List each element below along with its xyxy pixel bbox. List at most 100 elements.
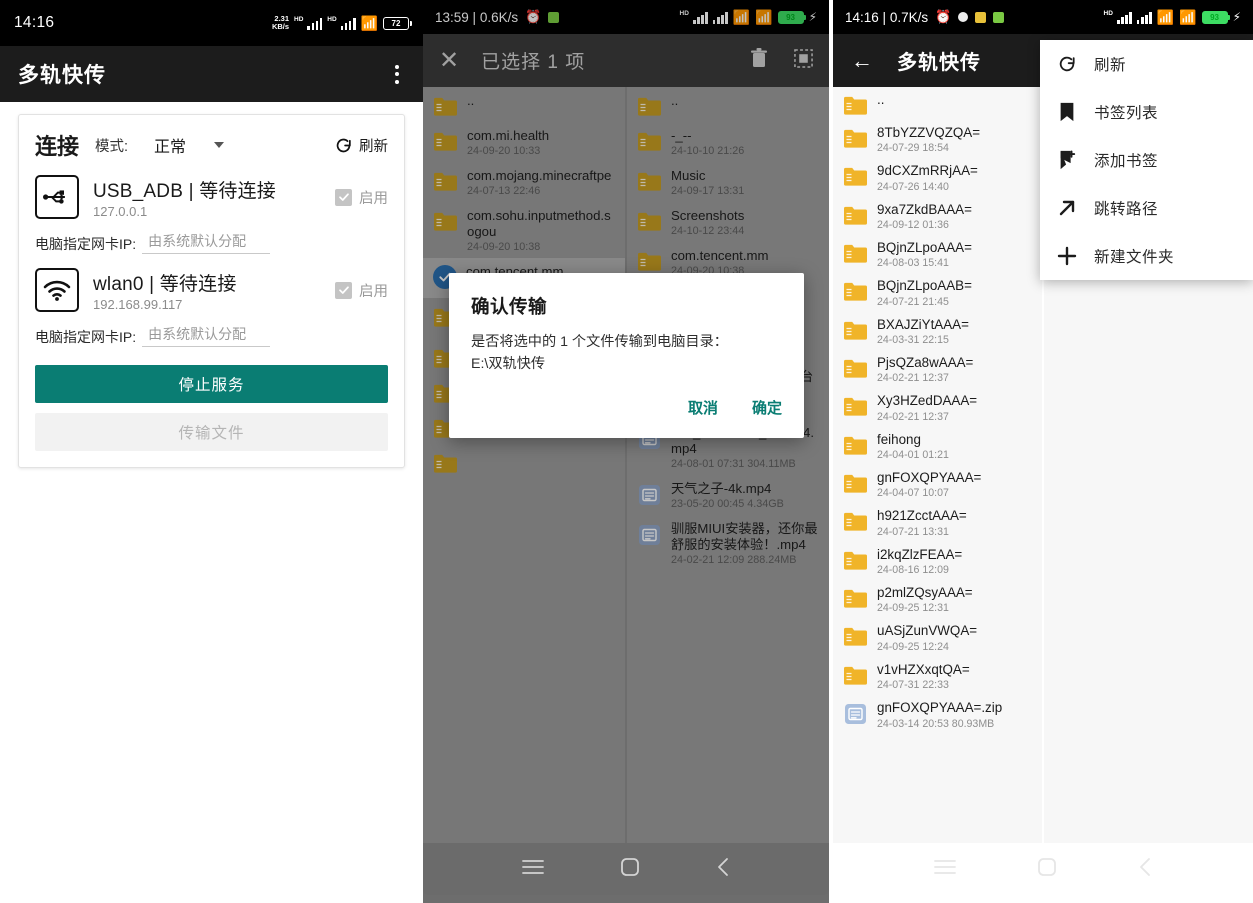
interface-row-wlan[interactable]: wlan0 | 等待连接 192.168.99.117 启用 bbox=[35, 268, 388, 312]
file-list-item[interactable]: Music 24-09-17 13:31 bbox=[627, 162, 829, 202]
file-name: h921ZcctAAA= bbox=[877, 508, 967, 524]
menu-item-jump-path[interactable]: 跳转路径 bbox=[1040, 184, 1253, 232]
file-list-item[interactable]: i2kqZlzFEAA= 24-08-16 12:09 bbox=[833, 542, 1042, 580]
file-meta: 天气之子-4k.mp4 23-05-20 00:45 4.34GB bbox=[671, 481, 821, 510]
kebab-menu-icon[interactable] bbox=[389, 59, 405, 90]
file-list-item[interactable]: v1vHZXxqtQA= 24-07-31 22:33 bbox=[833, 657, 1042, 695]
close-icon[interactable]: ✕ bbox=[439, 48, 459, 73]
dialog-message: 是否将选中的 1 个文件传输到电脑目录： E:\双轨快传 bbox=[471, 331, 782, 375]
file-list-item[interactable]: .. bbox=[423, 87, 625, 122]
file-list-item[interactable]: Screenshots 24-10-12 23:44 bbox=[627, 202, 829, 242]
file-name: com.sohu.inputmethod.sogou bbox=[467, 208, 611, 240]
file-date: 24-04-01 01:21 bbox=[877, 449, 949, 462]
file-list-item[interactable]: BQjnZLpoAAB= 24-07-21 21:45 bbox=[833, 273, 1042, 311]
file-pane-left-3[interactable]: .. 8TbYZZVQZQA= 24-07-29 18:54 9dCXZmRRjAA=… bbox=[833, 87, 1042, 843]
confirm-button[interactable]: 确定 bbox=[752, 397, 782, 418]
file-list-item[interactable]: BXAJZiYtAAA= 24-03-31 22:15 bbox=[833, 312, 1042, 350]
menu-item-bookmark-add[interactable]: 添加书签 bbox=[1040, 136, 1253, 184]
file-date: 24-02-21 12:37 bbox=[877, 410, 949, 423]
chevron-down-icon[interactable] bbox=[214, 142, 225, 148]
overflow-menu: 刷新书签列表添加书签 跳转路径 新建文件夹 bbox=[1040, 40, 1253, 280]
file-list-item[interactable]: feihong 24-04-01 01:21 bbox=[833, 427, 1042, 465]
nav-home-icon[interactable] bbox=[1038, 857, 1056, 881]
file-meta: p2mlZQsyAAA= 24-09-25 12:31 bbox=[877, 585, 1034, 614]
file-list-item[interactable]: 9xa7ZkdBAAA= 24-09-12 01:36 bbox=[833, 197, 1042, 235]
nav-menu-icon[interactable] bbox=[934, 859, 956, 880]
folder-icon bbox=[844, 551, 867, 570]
file-list-item[interactable]: .. bbox=[833, 87, 1042, 120]
file-meta: BQjnZLpoAAB= 24-07-21 21:45 bbox=[877, 278, 1034, 307]
app-badge-green-icon bbox=[993, 11, 1005, 23]
status-icons: HD 📶 📶 93 ⚡ bbox=[680, 10, 817, 25]
file-pane-right[interactable]: .. -_-- 24-10-10 21:26 Music 24-09-17 13:31 S… bbox=[627, 87, 829, 843]
folder-icon bbox=[844, 206, 867, 225]
enable-toggle-usb[interactable]: 启用 bbox=[335, 187, 388, 208]
file-list-item[interactable]: com.sohu.inputmethod.sogou 24-09-20 10:38 bbox=[423, 202, 625, 258]
mode-value[interactable]: 正常 bbox=[154, 133, 186, 157]
file-list-item[interactable]: p2mlZQsyAAA= 24-09-25 12:31 bbox=[833, 580, 1042, 618]
file-list-item[interactable] bbox=[423, 444, 625, 479]
file-meta: 8TbYZZVQZQA= 24-07-29 18:54 bbox=[877, 125, 1034, 154]
folder-icon bbox=[843, 358, 868, 379]
interface-info-usb: USB_ADB | 等待连接 127.0.0.1 bbox=[93, 176, 321, 219]
cancel-button[interactable]: 取消 bbox=[688, 397, 718, 418]
stop-service-button[interactable]: 停止服务 bbox=[35, 365, 388, 403]
menu-item-label: 书签列表 bbox=[1094, 105, 1159, 122]
file-list-item[interactable]: BQjnZLpoAAA= 24-08-03 15:41 bbox=[833, 235, 1042, 273]
file-list-item[interactable]: gnFOXQPYAAA=.zip 24-03-14 20:53 80.93MB bbox=[833, 695, 1042, 733]
transfer-file-button[interactable]: 传输文件 bbox=[35, 413, 388, 451]
nav-home-icon[interactable] bbox=[621, 857, 639, 881]
folder-icon bbox=[434, 454, 457, 473]
file-date: 24-09-25 12:31 bbox=[877, 602, 949, 615]
file-list-item[interactable]: com.mojang.minecraftpe 24-07-13 22:46 bbox=[423, 162, 625, 202]
file-list-item[interactable]: 天气之子-4k.mp4 23-05-20 00:45 4.34GB bbox=[627, 475, 829, 515]
interface-row-usb[interactable]: USB_ADB | 等待连接 127.0.0.1 启用 bbox=[35, 175, 388, 219]
file-list-item[interactable]: Xy3HZedDAAA= 24-02-21 12:37 bbox=[833, 388, 1042, 426]
file-list-item[interactable]: gnFOXQPYAAA= 24-04-07 10:07 bbox=[833, 465, 1042, 503]
nav-menu-icon[interactable] bbox=[521, 859, 544, 880]
refresh-button[interactable]: 刷新 bbox=[334, 135, 388, 156]
file-list-item[interactable]: h921ZcctAAA= 24-07-21 13:31 bbox=[833, 503, 1042, 541]
select-all-icon[interactable] bbox=[794, 48, 813, 73]
nic-ip-input[interactable]: 由系统默认分配 bbox=[142, 324, 271, 347]
menu-item-new-folder[interactable]: 新建文件夹 bbox=[1040, 232, 1253, 280]
file-list-item[interactable]: 9dCXZmRRjAA= 24-07-26 14:40 bbox=[833, 158, 1042, 196]
menu-item-bookmark-list[interactable]: 书签列表 bbox=[1040, 88, 1253, 136]
file-meta: 9xa7ZkdBAAA= 24-09-12 01:36 bbox=[877, 202, 1034, 231]
file-name: BXAJZiYtAAA= bbox=[877, 316, 969, 332]
back-arrow-icon[interactable]: ← bbox=[851, 49, 873, 72]
file-meta: com.sohu.inputmethod.sogou 24-09-20 10:38 bbox=[467, 208, 617, 253]
file-list-item[interactable]: com.mi.health 24-09-20 10:33 bbox=[423, 122, 625, 162]
page-title: 多轨快传 bbox=[18, 64, 106, 87]
checkbox-checked-icon bbox=[335, 281, 352, 299]
folder-icon bbox=[843, 588, 868, 609]
trash-icon[interactable] bbox=[750, 48, 768, 73]
folder-icon bbox=[843, 95, 868, 116]
file-pane-left[interactable]: .. com.mi.health 24-09-20 10:33 com.mojang.… bbox=[423, 87, 625, 843]
file-meta: gnFOXQPYAAA=.zip 24-03-14 20:53 80.93MB bbox=[877, 700, 1034, 729]
status-bar-1: 14:16 2.31 KB/s HD HD 📶 72 bbox=[0, 0, 423, 46]
signal-strength-1-icon bbox=[1116, 11, 1132, 24]
file-list-item[interactable]: uASjZunVWQA= 24-09-25 12:24 bbox=[833, 618, 1042, 656]
file-list-item[interactable]: PjsQZa8wAAA= 24-02-21 12:37 bbox=[833, 350, 1042, 388]
file-name: BQjnZLpoAAA= bbox=[877, 240, 972, 256]
file-list-item[interactable]: 8TbYZZVQZQA= 24-07-29 18:54 bbox=[833, 120, 1042, 158]
file-icon bbox=[637, 484, 662, 505]
selection-title: 已选择 1 项 bbox=[481, 52, 586, 73]
file-name: 天气之子-4k.mp4 bbox=[671, 480, 772, 496]
enable-toggle-wlan[interactable]: 启用 bbox=[335, 280, 388, 301]
status-clock: 14:16 | 0.7K/s bbox=[845, 9, 929, 25]
file-list-item[interactable]: 驯服MIUI安装器，还你最舒服的安装体验！.mp4 24-02-21 12:09 … bbox=[627, 515, 829, 571]
selection-app-bar: ✕ 已选择 1 项 bbox=[423, 34, 829, 87]
file-date: 24-04-07 10:07 bbox=[877, 487, 949, 500]
file-meta: 9dCXZmRRjAA= 24-07-26 14:40 bbox=[877, 163, 1034, 192]
nic-ip-input[interactable]: 由系统默认分配 bbox=[142, 231, 271, 254]
file-meta: v1vHZXxqtQA= 24-07-31 22:33 bbox=[877, 662, 1034, 691]
file-list-item[interactable]: -_-- 24-10-10 21:26 bbox=[627, 122, 829, 162]
nav-back-icon[interactable] bbox=[716, 857, 730, 882]
file-list-item[interactable]: .. bbox=[627, 87, 829, 122]
menu-item-refresh[interactable]: 刷新 bbox=[1040, 40, 1253, 88]
nav-back-icon[interactable] bbox=[1138, 857, 1152, 882]
folder-icon bbox=[433, 453, 458, 474]
file-name: com.tencent.mm bbox=[671, 248, 769, 264]
